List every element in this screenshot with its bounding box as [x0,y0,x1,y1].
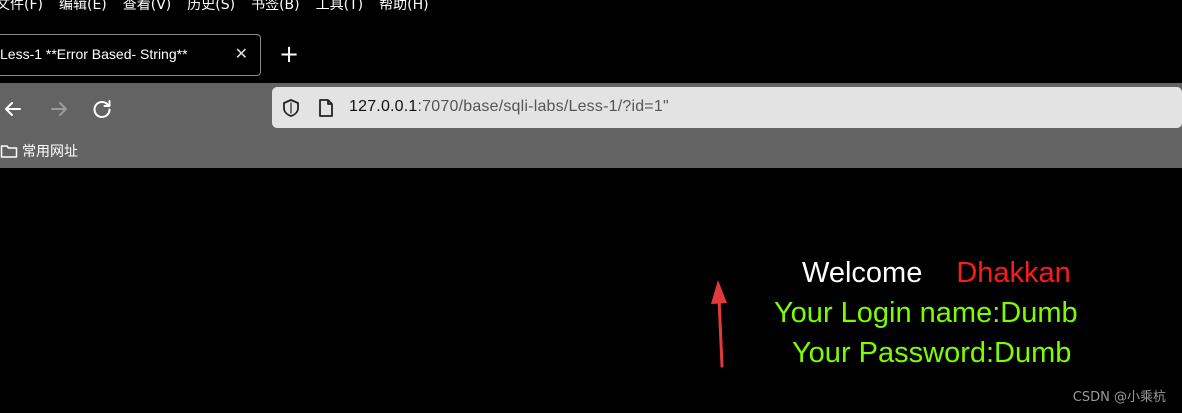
forward-arrow-icon [51,102,67,116]
tab-title: Less-1 **Error Based- String** [0,46,188,62]
tab-close-button[interactable]: ✕ [235,44,248,64]
url-text[interactable]: 127.0.0.1:7070/base/sqli-labs/Less-1/?id… [349,98,669,116]
menu-items: 文件(F) 编辑(E) 查看(V) 历史(S) 书签(B) 工具(T) 帮助(H… [0,0,445,14]
url-host: 127.0.0.1 [349,98,418,115]
welcome-line: Welcome Dhakkan [802,257,1071,290]
back-arrow-icon [5,102,21,116]
login-name-text: Your Login name:Dumb [774,297,1078,329]
url-path: :7070/base/sqli-labs/Less-1/?id=1" [417,98,669,115]
welcome-name: Dhakkan [956,257,1071,289]
new-tab-button[interactable]: + [278,42,300,66]
menu-file[interactable]: 文件(F) [0,0,43,14]
reload-button[interactable] [89,96,115,122]
menu-edit[interactable]: 编辑(E) [59,0,107,14]
annotation-arrow-icon [711,280,727,368]
shield-icon[interactable] [281,98,301,118]
password-text: Your Password:Dumb [792,337,1072,369]
welcome-text: Welcome [802,257,923,289]
tab-active[interactable]: Less-1 **Error Based- String** ✕ [0,34,261,76]
tab-strip: Less-1 **Error Based- String** ✕ + [0,14,1182,83]
menu-history[interactable]: 历史(S) [187,0,235,14]
menu-bookmarks[interactable]: 书签(B) [251,0,300,14]
watermark: CSDN @小乘杭 [1072,390,1166,405]
menu-bar: 文件(F) 编辑(E) 查看(V) 历史(S) 书签(B) 工具(T) 帮助(H… [0,0,1182,14]
menu-help[interactable]: 帮助(H) [379,0,428,14]
bookmarks-toolbar: 常用网址 [0,134,1182,168]
menu-view[interactable]: 查看(V) [123,0,172,14]
back-button[interactable] [0,96,26,122]
page-icon[interactable] [317,98,335,118]
navigation-toolbar: 127.0.0.1:7070/base/sqli-labs/Less-1/?id… [0,83,1182,134]
bookmark-folder[interactable]: 常用网址 [0,141,78,161]
menu-tools[interactable]: 工具(T) [316,0,363,14]
address-bar[interactable]: 127.0.0.1:7070/base/sqli-labs/Less-1/?id… [272,87,1182,128]
folder-icon [0,145,18,158]
page-content: Welcome Dhakkan Your Login name:Dumb Your… [0,168,1182,413]
bookmark-label: 常用网址 [22,144,78,160]
forward-button[interactable] [46,96,72,122]
reload-icon [93,100,111,118]
